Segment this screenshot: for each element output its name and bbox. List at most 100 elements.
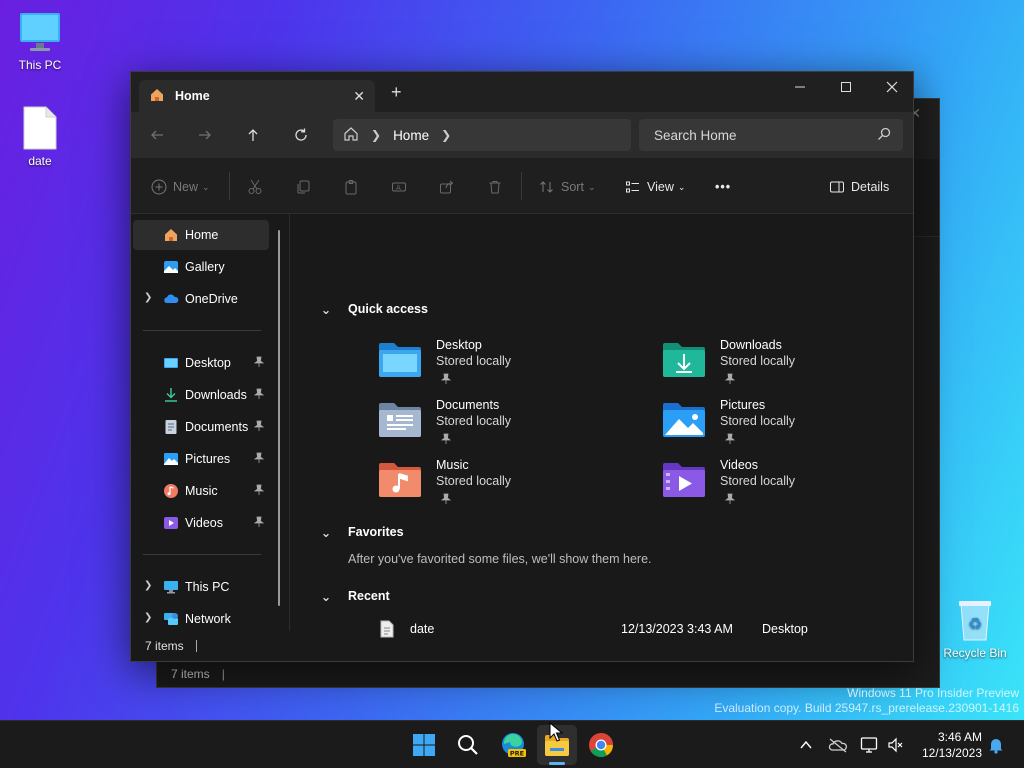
address-bar[interactable]: ❯ Home ❯ [333,119,631,151]
chrome-button[interactable] [586,730,616,760]
chevron-right-icon[interactable]: ❯ [441,128,451,142]
tab-label: Home [175,89,210,103]
arrow-up-icon [248,129,258,141]
maximize-button[interactable] [823,72,869,102]
chevron-right-icon[interactable]: ❯ [144,292,152,303]
volume-muted-icon [888,737,903,753]
quick-access-downloads[interactable]: Downloads Stored locally [662,338,912,396]
up-button[interactable] [239,122,267,148]
minimize-button[interactable] [777,72,823,102]
windows-watermark: Windows 11 Pro Insider Preview Evaluatio… [714,686,1019,715]
file-explorer-window[interactable]: Home ✕ + ❯ Home ❯ Search Home New ⌄ A So… [130,71,914,662]
desktop-icon-recycle-bin[interactable]: ♻ Recycle Bin [935,598,1015,660]
pin-icon[interactable] [440,433,452,448]
chevron-down-icon: ⌄ [587,181,596,192]
section-favorites[interactable]: ⌄ Favorites [321,525,404,540]
details-button[interactable]: Details [829,176,889,198]
separator [521,172,522,200]
forward-button[interactable] [191,122,219,148]
view-button[interactable]: View ⌄ [625,176,685,198]
back-button[interactable] [143,122,171,148]
quick-access-desktop[interactable]: Desktop Stored locally [378,338,628,396]
tab-close-button[interactable]: ✕ [353,88,365,105]
copy-button[interactable] [295,176,311,198]
share-button[interactable] [439,176,455,198]
windows-logo-icon [413,734,435,756]
more-options-button[interactable]: ••• [715,176,731,198]
sidebar-item-videos[interactable]: Videos [133,508,269,538]
show-hidden-icons-button[interactable] [796,735,816,755]
edge-preview-button[interactable]: PRE [498,730,528,760]
new-button[interactable]: New ⌄ [151,176,210,198]
quick-access-pictures[interactable]: Pictures Stored locally [662,398,912,456]
taskbar-search-button[interactable] [453,730,483,760]
scissors-icon [248,179,262,194]
chevron-down-icon[interactable]: ⌄ [318,525,334,540]
section-recent[interactable]: ⌄ Recent [321,589,390,604]
sidebar-item-this-pc[interactable]: ❯ This PC [133,572,269,602]
breadcrumb-home[interactable]: Home [393,128,429,143]
sort-button[interactable]: Sort ⌄ [539,176,595,198]
pin-icon[interactable] [724,433,736,448]
network-tray-button[interactable] [860,735,880,755]
notifications-button[interactable] [986,735,1006,755]
pin-icon[interactable] [440,373,452,388]
chevron-right-icon[interactable]: ❯ [144,580,152,591]
volume-tray-button[interactable] [886,735,906,755]
pictures-folder-icon [662,400,706,438]
home-icon [163,227,179,243]
taskbar-clock[interactable]: 3:46 AM 12/13/2023 [912,729,982,761]
chevron-right-icon[interactable]: ❯ [371,128,381,142]
downloads-folder-icon [662,340,706,378]
delete-button[interactable] [487,176,503,198]
network-icon [163,611,179,627]
sidebar-item-music[interactable]: Music [133,476,269,506]
pin-icon[interactable] [253,452,265,467]
pin-icon[interactable] [724,493,736,508]
onedrive-tray-button[interactable] [828,735,848,755]
sidebar-item-documents[interactable]: Documents [133,412,269,442]
home-outline-icon [343,126,359,145]
sidebar-item-gallery[interactable]: Gallery [133,252,269,282]
cut-button[interactable] [247,176,263,198]
pin-icon[interactable] [440,493,452,508]
search-input[interactable]: Search Home [639,119,903,151]
chevron-down-icon[interactable]: ⌄ [318,589,334,604]
favorites-empty-message: After you've favorited some files, we'll… [348,552,652,566]
pin-icon[interactable] [253,420,265,435]
cloud-icon [163,291,179,307]
start-button[interactable] [409,730,439,760]
background-status: 7 items | [171,667,225,681]
sidebar-item-desktop[interactable]: Desktop [133,348,269,378]
rename-icon: A [392,182,406,192]
rename-button[interactable]: A [391,176,407,198]
close-window-button[interactable] [869,72,915,102]
desktop-icon-date[interactable]: date [0,106,80,168]
sidebar-item-onedrive[interactable]: ❯ OneDrive [133,284,269,314]
quick-access-documents[interactable]: Documents Stored locally [378,398,628,456]
document-icon [163,419,179,435]
pin-icon[interactable] [724,373,736,388]
refresh-button[interactable] [287,122,315,148]
pin-icon[interactable] [253,356,265,371]
svg-text:PRE: PRE [510,750,524,758]
videos-folder-icon [662,460,706,498]
desktop-icon-this-pc[interactable]: This PC [0,10,80,72]
sidebar-item-pictures[interactable]: Pictures [133,444,269,474]
paste-button[interactable] [343,176,359,198]
tab-home[interactable]: Home ✕ [139,80,375,112]
pin-icon[interactable] [253,484,265,499]
quick-access-music[interactable]: Music Stored locally [378,458,628,516]
chevron-right-icon[interactable]: ❯ [144,612,152,623]
pin-icon[interactable] [253,516,265,531]
pin-icon[interactable] [253,388,265,403]
new-tab-button[interactable]: + [391,83,402,101]
sidebar-scrollbar[interactable] [278,230,280,606]
chevron-down-icon[interactable]: ⌄ [318,302,334,317]
quick-access-videos[interactable]: Videos Stored locally [662,458,912,516]
section-quick-access[interactable]: ⌄ Quick access [321,302,428,317]
sidebar-item-network[interactable]: ❯ Network [133,604,269,634]
bell-icon [989,739,1003,754]
sidebar-item-home[interactable]: Home [133,220,269,250]
sidebar-item-downloads[interactable]: Downloads [133,380,269,410]
